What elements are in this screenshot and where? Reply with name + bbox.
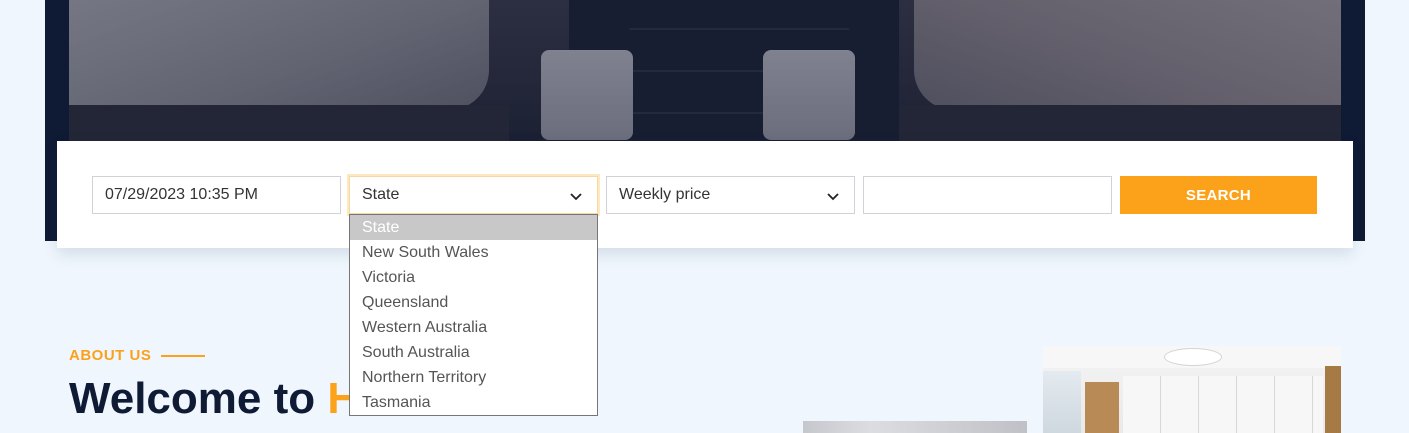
state-option[interactable]: South Australia [350, 340, 597, 365]
date-time-value: 07/29/2023 10:35 PM [105, 186, 259, 203]
search-button[interactable]: SEARCH [1120, 176, 1317, 214]
state-select[interactable]: State [349, 176, 598, 214]
welcome-heading-prefix: Welcome to [69, 374, 328, 423]
about-us-eyebrow: ABOUT US [69, 347, 206, 364]
hero-image [69, 0, 1341, 141]
state-option[interactable]: Northern Territory [350, 365, 597, 390]
state-option[interactable]: Victoria [350, 265, 597, 290]
about-us-label: ABOUT US [69, 347, 152, 364]
state-dropdown-list: State New South Wales Victoria Queenslan… [349, 214, 598, 416]
state-option[interactable]: Tasmania [350, 390, 597, 415]
weekly-price-value: Weekly price [619, 186, 711, 203]
room-shelf [1085, 382, 1119, 433]
keyword-input[interactable] [863, 176, 1112, 214]
chevron-down-icon [570, 193, 582, 201]
state-option-selected[interactable]: State [350, 215, 597, 240]
search-panel: 07/29/2023 10:35 PM State Weekly price S… [57, 141, 1353, 248]
room-image-small [803, 421, 1027, 433]
state-select-value: State [362, 186, 400, 203]
chevron-down-icon [827, 193, 839, 201]
room-image-large [1043, 346, 1341, 433]
state-option[interactable]: Western Australia [350, 315, 597, 340]
ceiling-lamp [1164, 348, 1222, 366]
room-wardrobe [1123, 376, 1323, 433]
room-wood-panel [1325, 366, 1341, 433]
room-window [1043, 371, 1081, 433]
eyebrow-rule [161, 354, 206, 357]
state-option[interactable]: Queensland [350, 290, 597, 315]
hero-overlay [69, 0, 1341, 141]
state-option[interactable]: New South Wales [350, 240, 597, 265]
weekly-price-select[interactable]: Weekly price [606, 176, 855, 214]
page: 07/29/2023 10:35 PM State Weekly price S… [0, 0, 1409, 433]
welcome-heading: Welcome to H [69, 374, 359, 424]
date-time-input[interactable]: 07/29/2023 10:35 PM [92, 176, 341, 214]
